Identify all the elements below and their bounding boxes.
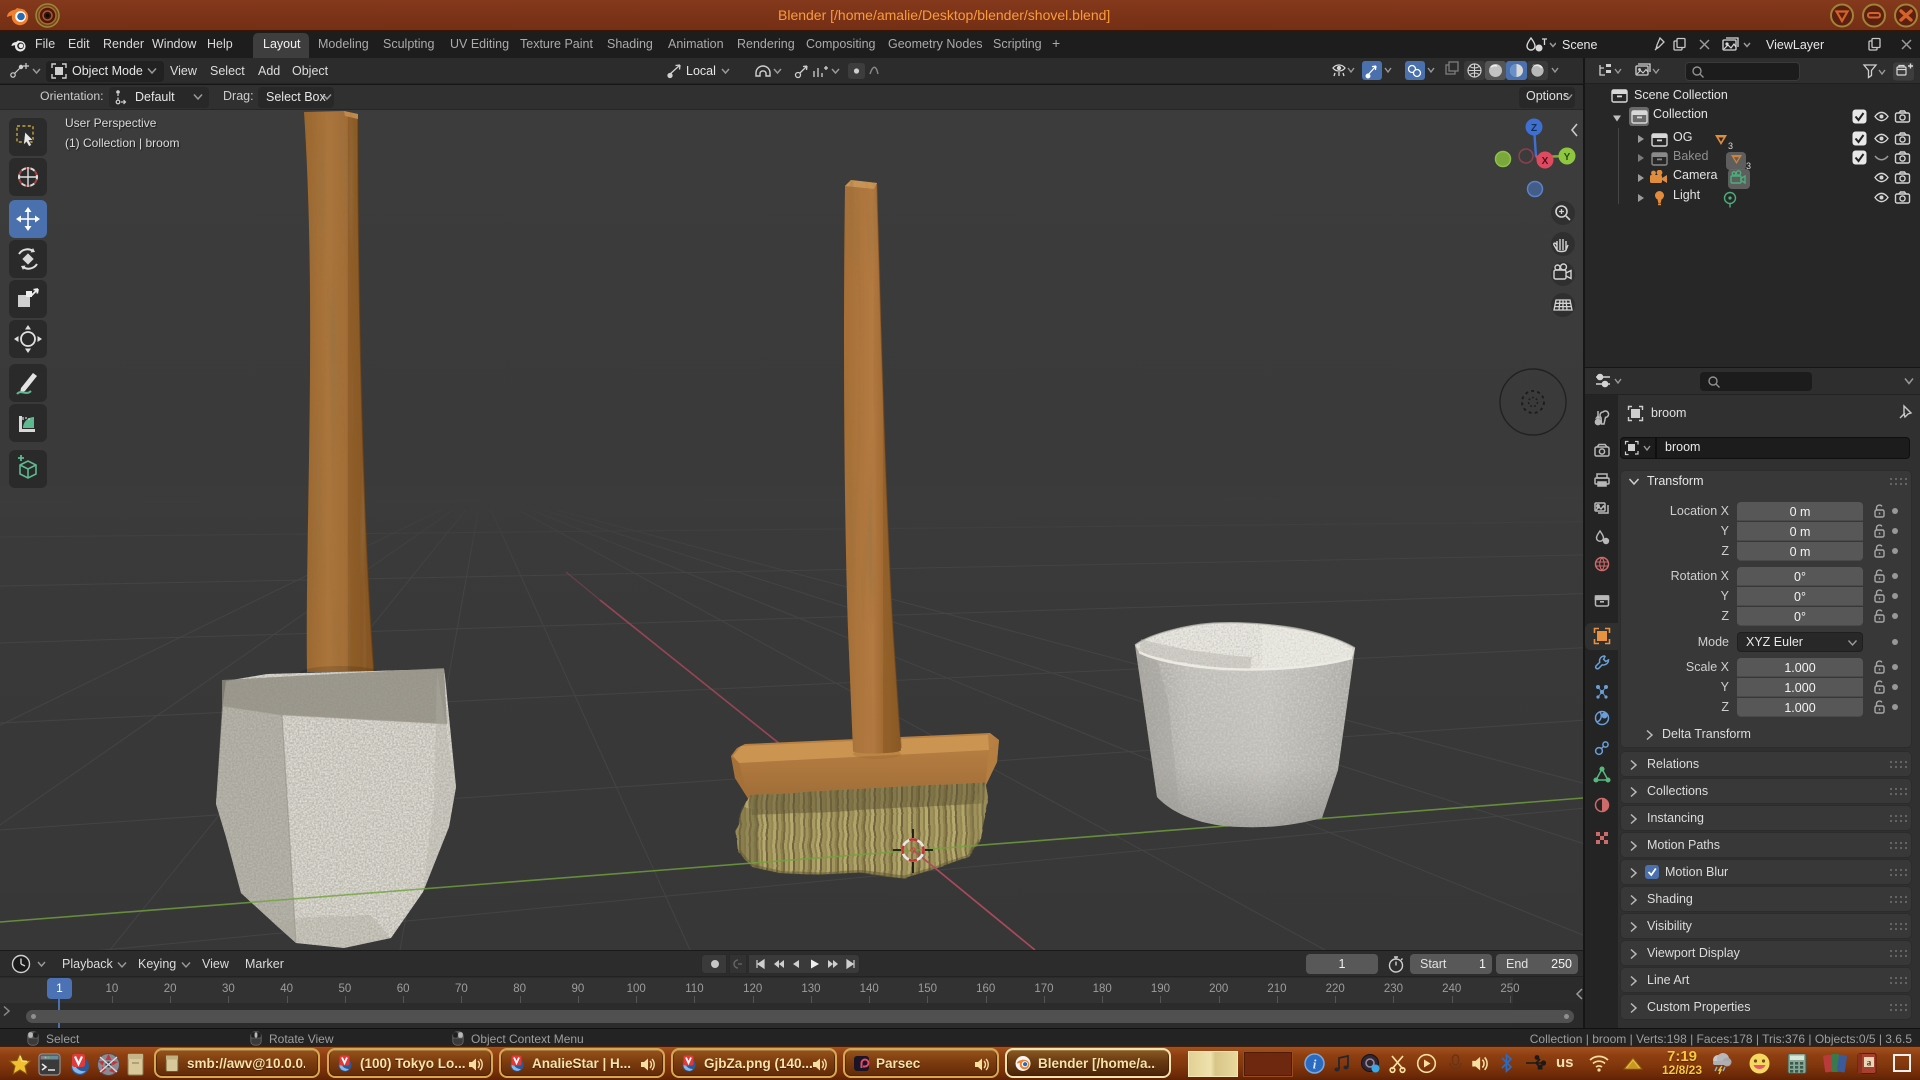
svg-text:Local: Local [686,64,716,78]
svg-text:Y: Y [1564,152,1571,163]
svg-text:3: 3 [1728,141,1733,151]
svg-text:Z: Z [1531,123,1537,134]
svg-text:X: X [1542,156,1549,167]
svg-text:i: i [1313,1057,1317,1072]
svg-text:a: a [1867,1058,1872,1068]
